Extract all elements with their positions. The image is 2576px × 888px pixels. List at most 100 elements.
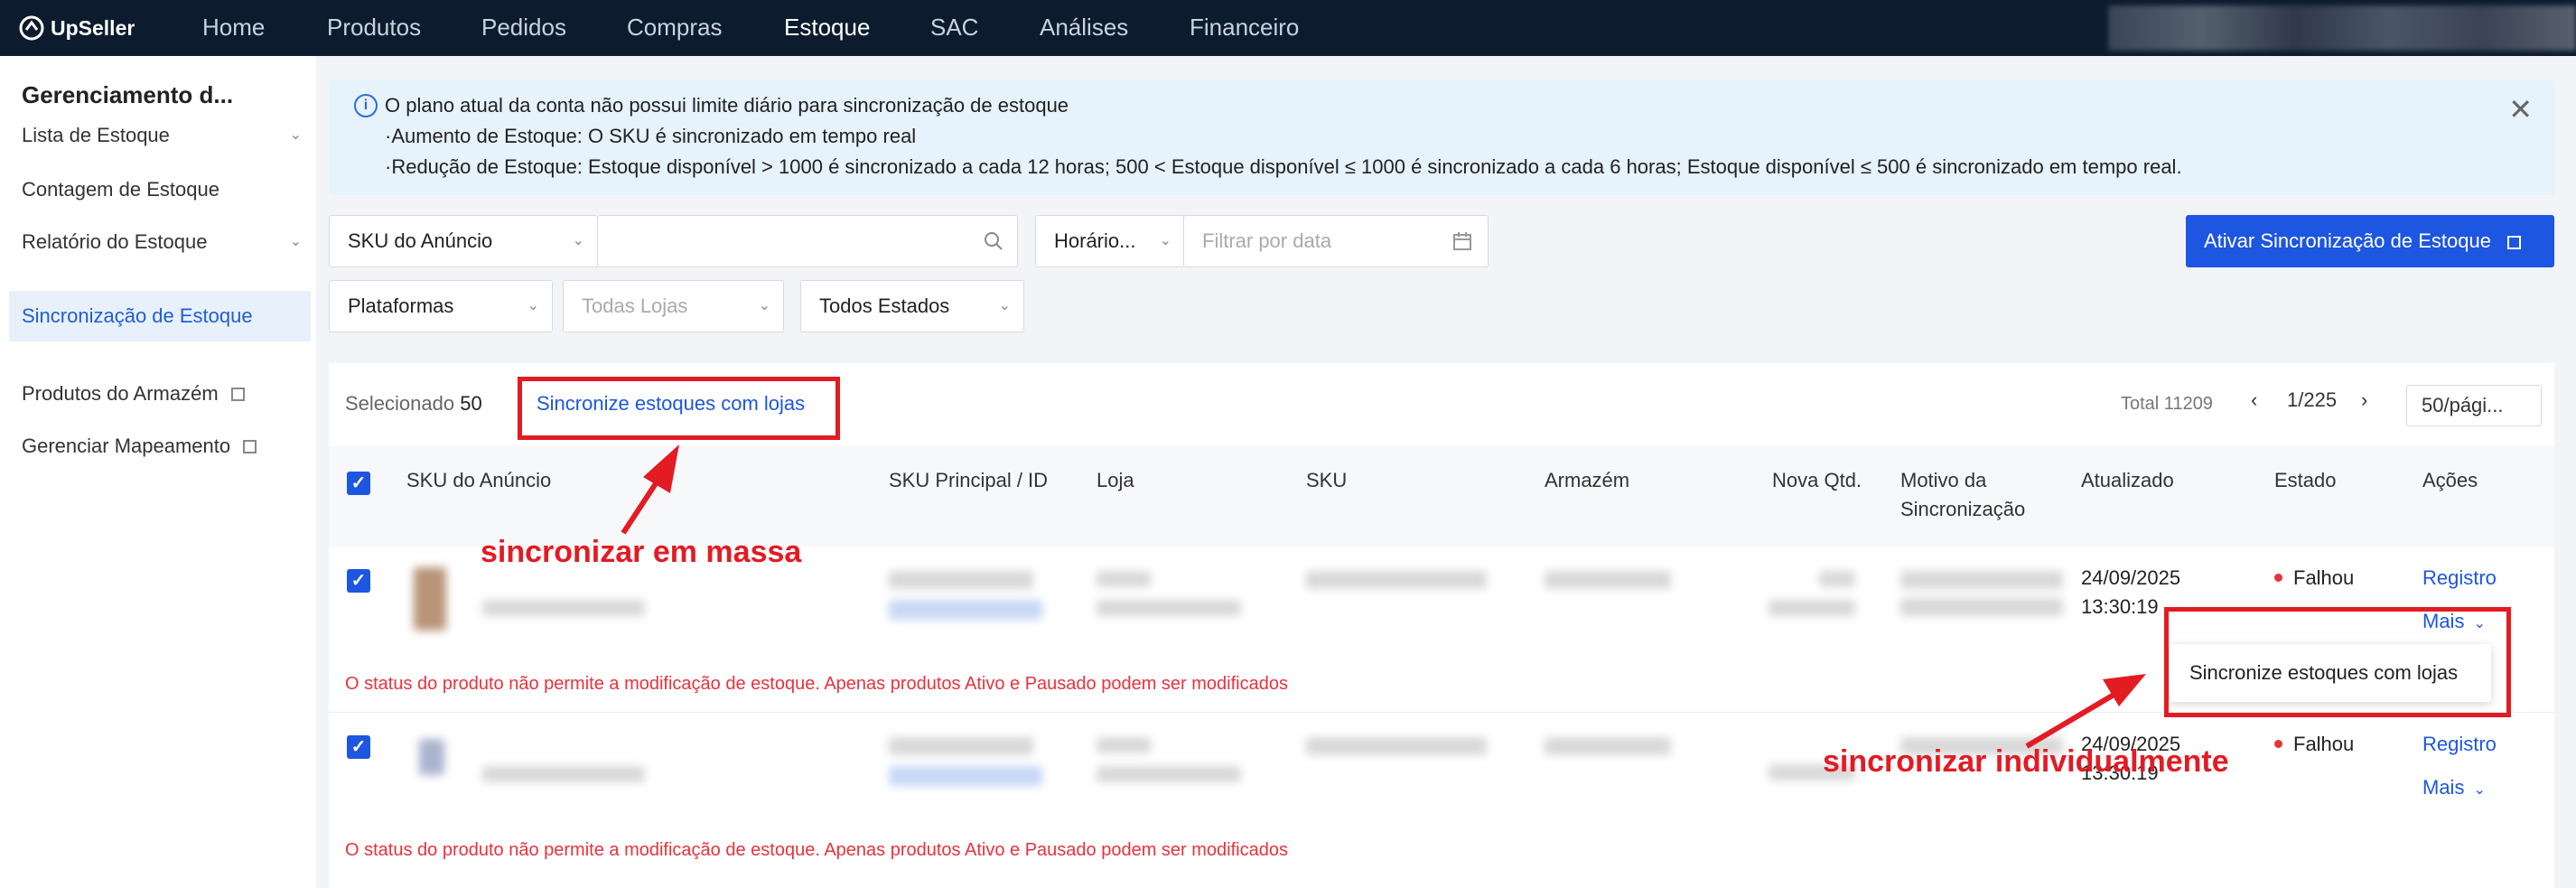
chevron-down-icon: ⌄ [1159,233,1171,248]
chevron-down-icon: ⌄ [289,127,302,143]
redacted-text [1900,571,2063,589]
brand-name: UpSeller [51,15,135,40]
status-dot-icon [2274,574,2282,582]
time-type-select[interactable]: Horário... ⌄ [1035,215,1185,267]
redacted-text [889,737,1033,755]
prev-page-icon[interactable]: ‹ [2251,388,2257,412]
mais-dropdown[interactable]: Mais ⌄ [2422,773,2486,805]
redacted-text [482,600,645,616]
mais-label: Mais [2422,776,2465,799]
redacted-text [1545,571,1671,589]
sidebar-title: Gerenciamento d... [22,81,234,108]
select-all-checkbox[interactable]: ✓ [347,472,370,495]
nav-home[interactable]: Home [202,13,265,42]
chevron-down-icon: ⌄ [527,298,539,313]
account-area-blurred[interactable] [2108,5,2576,51]
redacted-text [1900,598,2063,616]
sidebar-item-sincronizacao-estoque[interactable]: Sincronização de Estoque [9,291,311,341]
states-value: Todos Estados [819,294,950,317]
banner-line-3: ·Redução de Estoque: Estoque disponível … [385,155,2182,178]
sidebar-item-contagem-estoque[interactable]: Contagem de Estoque [9,164,311,215]
sidebar-item-label: Sincronização de Estoque [22,304,253,327]
row-error-message: O status do produto não permite a modifi… [345,840,1288,860]
redacted-text [482,766,645,782]
sidebar-item-label: Contagem de Estoque [22,178,219,201]
sidebar: Gerenciamento d... Lista de Estoque ⌄ Co… [0,56,316,888]
redacted-text [1819,571,1855,587]
platforms-select[interactable]: Plataformas ⌄ [329,280,553,332]
redacted-text [1306,571,1487,589]
chevron-down-icon: ⌄ [289,234,302,249]
chevron-down-icon: ⌄ [2473,782,2486,798]
status-text: Falhou [2293,566,2355,589]
date-filter-input[interactable]: Filtrar por data [1183,215,1489,267]
redacted-text [1097,737,1151,753]
redacted-text [1306,737,1487,755]
stores-placeholder: Todas Lojas [582,294,688,317]
top-navbar: UpSeller Home Produtos Pedidos Compras E… [0,0,2576,56]
sidebar-item-produtos-armazem[interactable]: Produtos do Armazém [9,369,311,419]
col-estado: Estado [2274,469,2337,491]
page-size-value: 50/pági... [2422,394,2504,416]
nav-compras[interactable]: Compras [627,13,722,42]
redacted-text [889,600,1042,620]
brand-logo[interactable]: UpSeller [18,13,135,43]
annotation-box-bulk [518,377,840,440]
annotation-bulk-label: sincronizar em massa [481,535,802,569]
sku-type-select[interactable]: SKU do Anúncio ⌄ [329,215,598,267]
sidebar-item-label: Produtos do Armazém [22,382,219,405]
platforms-value: Plataformas [348,294,454,317]
table-header: ✓ SKU do Anúncio SKU Principal / ID Loja… [329,446,2554,547]
nav-financeiro[interactable]: Financeiro [1190,13,1299,42]
row-checkbox[interactable]: ✓ [347,569,370,593]
sidebar-item-gerenciar-mapeamento[interactable]: Gerenciar Mapeamento [9,421,311,472]
nav-pedidos[interactable]: Pedidos [481,13,566,42]
date-filter-placeholder: Filtrar por data [1202,229,1332,252]
search-icon[interactable] [983,230,1004,252]
row-checkbox[interactable]: ✓ [347,735,370,759]
states-select[interactable]: Todos Estados ⌄ [800,280,1024,332]
col-loja: Loja [1097,469,1134,491]
sidebar-item-label: Lista de Estoque [22,124,170,146]
redacted-text [889,571,1033,589]
nav-estoque[interactable]: Estoque [784,13,870,42]
page-size-select[interactable]: 50/pági... [2406,385,2542,426]
banner-line-2: ·Aumento de Estoque: O SKU é sincronizad… [385,125,917,147]
nav-produtos[interactable]: Produtos [327,13,421,42]
search-input[interactable] [597,215,1018,267]
close-icon[interactable]: ✕ [2508,92,2533,126]
selected-count: 50 [460,392,482,415]
registro-link[interactable]: Registro [2422,564,2497,593]
redacted-text [1097,571,1151,587]
col-motivo: Motivo da Sincronização [1900,469,2026,520]
external-link-icon [230,388,245,401]
nav-sac[interactable]: SAC [930,13,978,42]
sidebar-item-relatorio-estoque[interactable]: Relatório do Estoque ⌄ [9,217,311,267]
updated-time: 13:30:19 [2081,595,2159,618]
selected-label: Selecionado [345,392,455,415]
activate-sync-button[interactable]: Ativar Sincronização de Estoque [2186,215,2554,267]
redacted-text [1769,600,1855,616]
redacted-text [1097,766,1241,782]
stores-select[interactable]: Todas Lojas ⌄ [563,280,784,332]
activate-sync-label: Ativar Sincronização de Estoque [2204,229,2491,252]
sku-type-value: SKU do Anúncio [348,229,493,252]
info-icon: i [354,94,378,117]
upseller-logo-icon [19,15,44,41]
external-link-icon [243,440,257,453]
redacted-text [889,766,1042,786]
col-sku-anuncio: SKU do Anúncio [406,469,552,491]
registro-link[interactable]: Registro [2422,730,2497,759]
total-count: Total 11209 [2121,394,2213,414]
status-badge: Falhou [2274,564,2354,593]
banner-line-1: O plano atual da conta não possui limite… [385,94,1069,117]
nav-analises[interactable]: Análises [1040,13,1128,42]
redacted-text [1097,600,1241,616]
sidebar-item-label: Relatório do Estoque [22,230,208,253]
selected-info: Selecionado 50 [345,392,482,416]
col-sku: SKU [1306,469,1348,491]
sidebar-item-lista-estoque[interactable]: Lista de Estoque ⌄ [9,110,311,161]
next-page-icon[interactable]: › [2361,388,2367,412]
status-badge: Falhou [2274,730,2354,759]
chevron-down-icon: ⌄ [758,298,770,313]
